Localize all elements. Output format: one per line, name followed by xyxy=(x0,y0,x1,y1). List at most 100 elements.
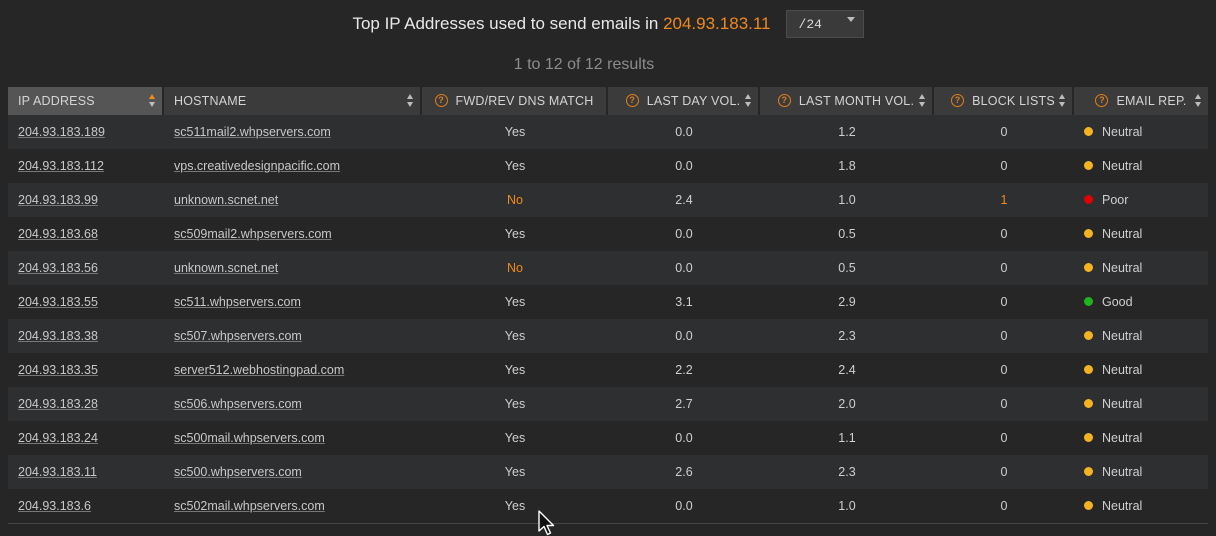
ip-address-link[interactable]: 204.93.183.68 xyxy=(18,227,98,241)
cell-block-lists: 0 xyxy=(934,455,1074,489)
cell-email-rep: Poor xyxy=(1074,183,1208,217)
cell-ip-address: 204.93.183.38 xyxy=(8,319,164,353)
help-icon[interactable]: ? xyxy=(951,94,965,108)
ip-address-link[interactable]: 204.93.183.28 xyxy=(18,397,98,411)
sort-icon xyxy=(1059,94,1065,108)
cell-dns-match: Yes xyxy=(422,115,608,149)
table-row: 204.93.183.55 sc511.whpservers.com Yes 3.1 2… xyxy=(8,285,1208,319)
block-lists-value: 0 xyxy=(1000,465,1008,479)
sort-icon xyxy=(407,94,413,108)
cell-email-rep: Neutral xyxy=(1074,455,1208,489)
hostname-link[interactable]: sc500.whpservers.com xyxy=(174,465,302,479)
cell-dns-match: No xyxy=(422,183,608,217)
cell-last-month-vol: 0.5 xyxy=(760,251,934,285)
help-icon[interactable]: ? xyxy=(434,94,448,108)
help-icon[interactable]: ? xyxy=(777,94,791,108)
cell-dns-match: Yes xyxy=(422,285,608,319)
cell-hostname: sc507.whpservers.com xyxy=(164,319,422,353)
last-day-vol-value: 0.0 xyxy=(675,499,693,513)
ip-address-link[interactable]: 204.93.183.24 xyxy=(18,431,98,445)
block-lists-value: 0 xyxy=(1000,431,1008,445)
cell-ip-address: 204.93.183.55 xyxy=(8,285,164,319)
cell-block-lists: 0 xyxy=(934,319,1074,353)
last-month-vol-value: 2.3 xyxy=(838,465,856,479)
column-header-email-rep[interactable]: ? EMAIL REP. xyxy=(1074,87,1208,115)
table-row: 204.93.183.11 sc500.whpservers.com Yes 2.6 2… xyxy=(8,455,1208,489)
cell-last-day-vol: 2.4 xyxy=(608,183,760,217)
cell-email-rep: Neutral xyxy=(1074,115,1208,149)
column-header-dns-match[interactable]: ? FWD/REV DNS MATCH xyxy=(422,87,608,115)
cell-last-month-vol: 2.0 xyxy=(760,387,934,421)
cell-ip-address: 204.93.183.35 xyxy=(8,353,164,387)
cell-hostname: sc500.whpservers.com xyxy=(164,455,422,489)
dns-match-value: Yes xyxy=(504,159,526,173)
hostname-link[interactable]: unknown.scnet.net xyxy=(174,261,278,275)
block-lists-value: 0 xyxy=(1000,329,1008,343)
column-header-hostname[interactable]: HOSTNAME xyxy=(164,87,422,115)
cell-block-lists: 0 xyxy=(934,489,1074,524)
column-header-ip-address[interactable]: IP ADDRESS xyxy=(8,87,164,115)
ip-address-link[interactable]: 204.93.183.6 xyxy=(18,499,91,513)
reputation-dot-icon xyxy=(1084,399,1093,409)
hostname-link[interactable]: sc502mail.whpservers.com xyxy=(174,499,325,513)
email-rep-value: Neutral xyxy=(1102,431,1143,445)
ip-address-link[interactable]: 204.93.183.55 xyxy=(18,295,98,309)
hostname-link[interactable]: sc500mail.whpservers.com xyxy=(174,431,325,445)
cell-email-rep: Neutral xyxy=(1074,421,1208,455)
column-header-label: EMAIL REP. xyxy=(1116,93,1187,108)
block-lists-value: 0 xyxy=(1000,295,1008,309)
ip-address-link[interactable]: 204.93.183.56 xyxy=(18,261,98,275)
cell-hostname: server512.webhostingpad.com xyxy=(164,353,422,387)
hostname-link[interactable]: sc507.whpservers.com xyxy=(174,329,302,343)
cell-dns-match: Yes xyxy=(422,489,608,524)
cell-last-month-vol: 2.3 xyxy=(760,319,934,353)
reputation-dot-icon xyxy=(1084,467,1093,477)
cell-email-rep: Neutral xyxy=(1074,387,1208,421)
cell-ip-address: 204.93.183.56 xyxy=(8,251,164,285)
cell-last-month-vol: 1.1 xyxy=(760,421,934,455)
cell-block-lists: 0 xyxy=(934,217,1074,251)
subnet-select[interactable]: /24 xyxy=(785,10,864,38)
column-header-label: LAST DAY VOL. xyxy=(646,93,741,108)
dns-match-value: No xyxy=(507,261,523,275)
table-row: 204.93.183.38 sc507.whpservers.com Yes 0.0 2… xyxy=(8,319,1208,353)
column-header-block-lists[interactable]: ? BLOCK LISTS xyxy=(934,87,1074,115)
cell-hostname: sc511mail2.whpservers.com xyxy=(164,115,422,149)
help-icon[interactable]: ? xyxy=(625,94,639,108)
last-month-vol-value: 0.5 xyxy=(838,227,856,241)
email-rep-value: Neutral xyxy=(1102,227,1143,241)
last-day-vol-value: 0.0 xyxy=(675,159,693,173)
cell-email-rep: Neutral xyxy=(1074,217,1208,251)
ip-address-link[interactable]: 204.93.183.11 xyxy=(18,465,97,479)
cell-last-day-vol: 0.0 xyxy=(608,115,760,149)
hostname-link[interactable]: vps.creativedesignpacific.com xyxy=(174,159,340,173)
ip-address-link[interactable]: 204.93.183.112 xyxy=(18,159,104,173)
email-rep-value: Neutral xyxy=(1102,261,1143,275)
help-icon[interactable]: ? xyxy=(1095,94,1109,108)
hostname-link[interactable]: sc511.whpservers.com xyxy=(174,295,301,309)
cell-hostname: sc509mail2.whpservers.com xyxy=(164,217,422,251)
table-row: 204.93.183.189 sc511mail2.whpservers.com Y… xyxy=(8,115,1208,149)
ip-address-link[interactable]: 204.93.183.35 xyxy=(18,363,98,377)
hostname-link[interactable]: unknown.scnet.net xyxy=(174,193,278,207)
ip-address-link[interactable]: 204.93.183.189 xyxy=(18,125,105,139)
ip-address-link[interactable]: 204.93.183.38 xyxy=(18,329,98,343)
ip-address-link[interactable]: 204.93.183.99 xyxy=(18,193,98,207)
hostname-link[interactable]: sc506.whpservers.com xyxy=(174,397,302,411)
reputation-dot-icon xyxy=(1084,433,1093,443)
last-month-vol-value: 2.3 xyxy=(838,329,856,343)
hostname-link[interactable]: sc511mail2.whpservers.com xyxy=(174,125,331,139)
column-header-last-day-vol[interactable]: ? LAST DAY VOL. xyxy=(608,87,760,115)
reputation-dot-icon xyxy=(1084,297,1093,307)
last-day-vol-value: 0.0 xyxy=(675,227,693,241)
email-rep-value: Poor xyxy=(1102,193,1129,207)
hostname-link[interactable]: server512.webhostingpad.com xyxy=(174,363,344,377)
column-header-label: LAST MONTH VOL. xyxy=(798,93,915,108)
cell-ip-address: 204.93.183.189 xyxy=(8,115,164,149)
cell-hostname: unknown.scnet.net xyxy=(164,183,422,217)
block-lists-value: 0 xyxy=(1000,363,1008,377)
hostname-link[interactable]: sc509mail2.whpservers.com xyxy=(174,227,332,241)
column-header-last-month-vol[interactable]: ? LAST MONTH VOL. xyxy=(760,87,934,115)
last-month-vol-value: 0.5 xyxy=(838,261,856,275)
cell-block-lists: 1 xyxy=(934,183,1074,217)
